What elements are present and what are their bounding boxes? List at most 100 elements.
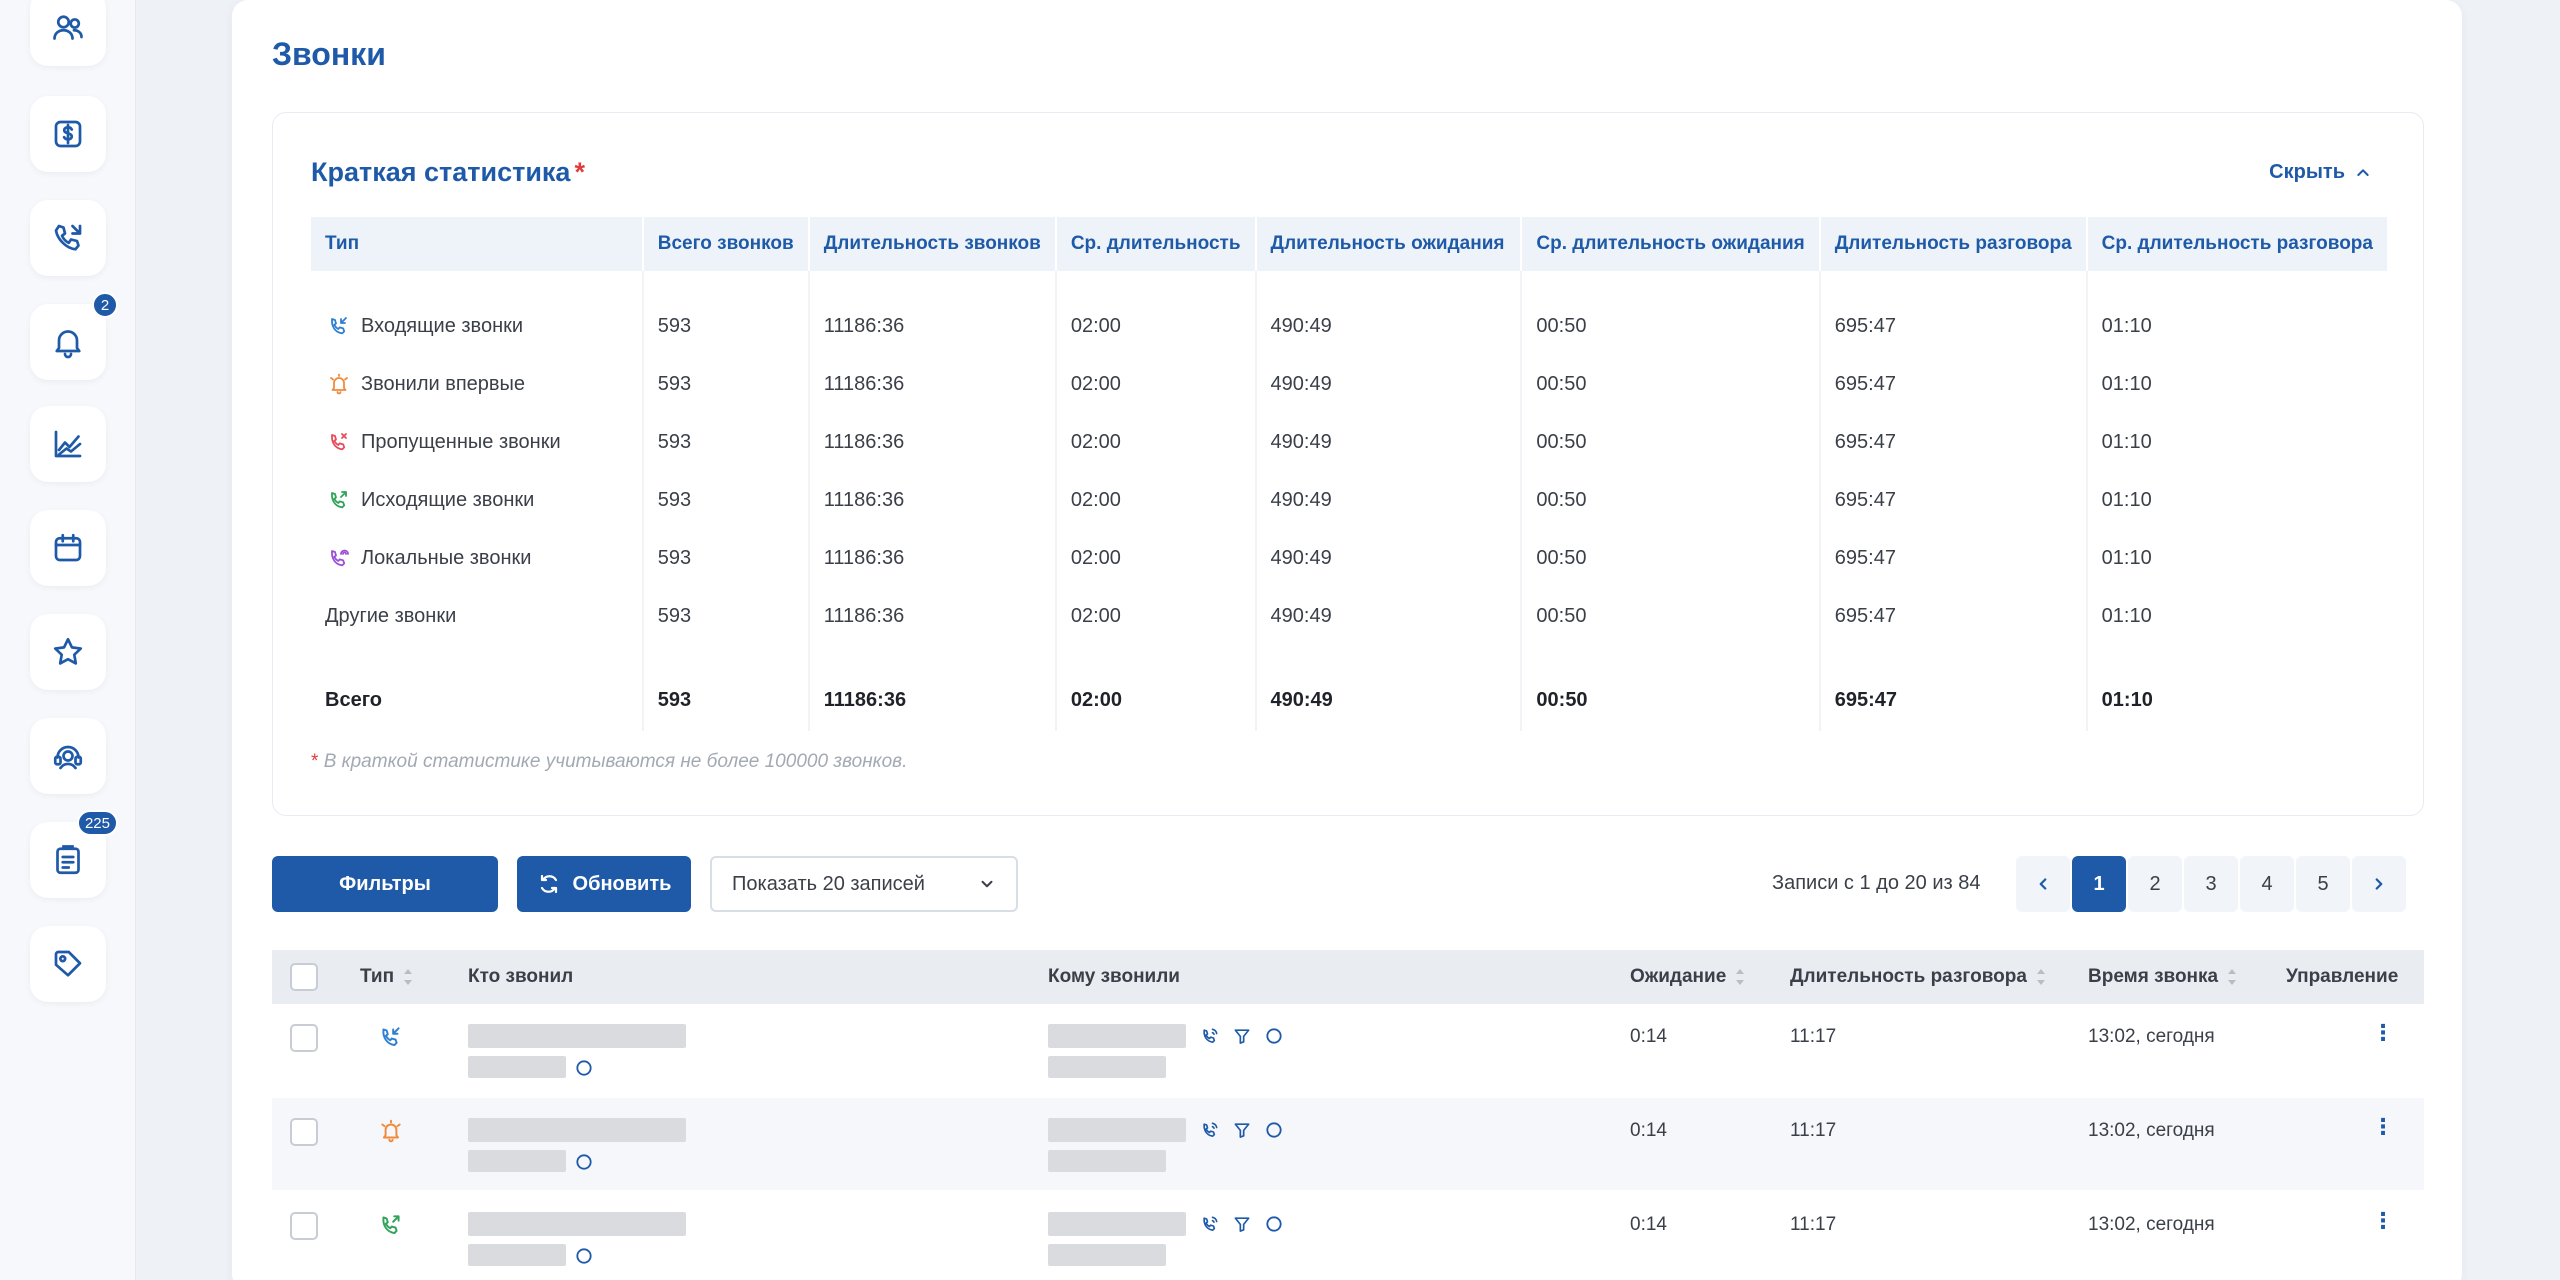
- page-button-2[interactable]: 2: [2128, 856, 2182, 912]
- chat-icon[interactable]: [1264, 1214, 1284, 1234]
- table-row[interactable]: 0:14 11:17 13:02, сегодня ⋮: [272, 1004, 2424, 1096]
- star-icon: [53, 637, 83, 665]
- hide-stats-button[interactable]: Скрыть: [2269, 161, 2371, 184]
- call-back-icon[interactable]: [1200, 1120, 1220, 1140]
- incoming-call-icon: [331, 317, 347, 335]
- chat-icon[interactable]: [1264, 1120, 1284, 1140]
- row-menu-icon[interactable]: ⋮: [2372, 1208, 2394, 1234]
- stats-header-talk: Длительность разговора: [1819, 217, 2088, 271]
- stats-total: 593: [642, 529, 810, 587]
- sidebar-item-billing[interactable]: [30, 96, 106, 172]
- chat-icon[interactable]: [574, 1058, 594, 1078]
- sidebar-item-operators[interactable]: [30, 718, 106, 794]
- sidebar-item-calendar[interactable]: [30, 510, 106, 586]
- stats-wait: 490:49: [1255, 413, 1523, 471]
- row-menu-icon[interactable]: ⋮: [2372, 1020, 2394, 1046]
- call-back-icon[interactable]: [1200, 1214, 1220, 1234]
- callee-number-redacted: [1048, 1056, 1166, 1078]
- col-actions-label: Управление: [2286, 966, 2399, 987]
- col-call-time[interactable]: Время звонка: [2088, 966, 2238, 988]
- stats-avg-wait: 00:50: [1521, 471, 1821, 529]
- refresh-button[interactable]: Обновить: [517, 856, 691, 912]
- row-checkbox[interactable]: [290, 1212, 318, 1240]
- sidebar-item-tags[interactable]: [30, 926, 106, 1002]
- row-menu-icon[interactable]: ⋮: [2372, 1114, 2394, 1140]
- sort-icon: [2036, 969, 2045, 985]
- filter-icon[interactable]: [1232, 1214, 1252, 1234]
- chevron-up-icon: [2357, 168, 2369, 176]
- row-checkbox[interactable]: [290, 1118, 318, 1146]
- page-prev-button[interactable]: [2016, 856, 2070, 912]
- stats-duration: 11186:36: [808, 529, 1057, 587]
- stats-avg-wait: 00:50: [1521, 297, 1821, 355]
- caller-name-redacted: [468, 1024, 686, 1048]
- col-wait[interactable]: Ожидание: [1630, 966, 1746, 988]
- refresh-icon: [540, 874, 557, 894]
- stats-wait: 490:49: [1255, 587, 1523, 645]
- call-back-icon[interactable]: [1200, 1026, 1220, 1046]
- sidebar-item-reports[interactable]: 225: [30, 810, 118, 898]
- sort-icon: [404, 969, 413, 985]
- stats-avg-talk: 01:10: [2101, 372, 2152, 395]
- stats-note-text: В краткой статистике учитываются не боле…: [323, 751, 908, 772]
- sidebar-item-notifications[interactable]: 2: [30, 292, 118, 380]
- first-call-bell-icon: [381, 1119, 401, 1143]
- col-talk-duration[interactable]: Длительность разговора: [1790, 966, 2047, 988]
- stats-wait: 490:49: [1255, 297, 1523, 355]
- chat-icon[interactable]: [574, 1152, 594, 1172]
- stats-wait: 490:49: [1255, 529, 1523, 587]
- page-button-1[interactable]: 1: [2072, 856, 2126, 912]
- stats-avg-talk: 01:10: [2101, 688, 2153, 711]
- stats-duration: 11186:36: [808, 355, 1057, 413]
- stats-total: 593: [642, 587, 810, 645]
- col-actions: Управление: [2286, 966, 2398, 988]
- sort-icon: [2228, 969, 2237, 985]
- row-checkbox[interactable]: [290, 1024, 318, 1052]
- callee-name-redacted: [1048, 1118, 1186, 1142]
- stats-wait: 490:49: [1255, 669, 1523, 731]
- chevron-right-icon: [2375, 878, 2383, 890]
- page-button-4[interactable]: 4: [2240, 856, 2294, 912]
- sidebar-item-analytics[interactable]: [30, 406, 106, 482]
- page-button-5[interactable]: 5: [2296, 856, 2350, 912]
- table-row[interactable]: 0:14 11:17 13:02, сегодня ⋮: [272, 1192, 2424, 1280]
- stats-avg-wait: 00:50: [1521, 355, 1821, 413]
- stats-type-label: Локальные звонки: [361, 546, 532, 569]
- stats-row: Локальные звонки 593 11186:36 02:00 490:…: [311, 529, 2387, 587]
- sidebar: 2 225: [0, 0, 136, 1280]
- call-time: 13:02, сегодня: [2088, 1120, 2215, 1141]
- caller-number-redacted: [468, 1150, 566, 1172]
- chevron-left-icon: [2039, 878, 2047, 890]
- caller-number-redacted: [468, 1056, 566, 1078]
- callee-actions: [1200, 1120, 1284, 1140]
- table-row[interactable]: 0:14 11:17 13:02, сегодня ⋮: [272, 1098, 2424, 1190]
- col-caller: Кто звонил: [468, 966, 573, 988]
- reports-badge: 225: [76, 810, 118, 836]
- stats-avg-duration: 02:00: [1055, 529, 1257, 587]
- select-all-checkbox[interactable]: [290, 963, 318, 991]
- sidebar-item-favorites[interactable]: [30, 614, 106, 690]
- stats-avg-duration: 02:00: [1055, 471, 1257, 529]
- stats-header-duration: Длительность звонков: [808, 217, 1057, 271]
- stats-avg-talk: 01:10: [2101, 488, 2152, 511]
- col-type[interactable]: Тип: [360, 966, 414, 988]
- page-button-3[interactable]: 3: [2184, 856, 2238, 912]
- summary-stats-card: Краткая статистика * Скрыть Тип Всего зво…: [272, 112, 2424, 816]
- stats-type-label: Звонили впервые: [361, 372, 526, 395]
- filter-icon[interactable]: [1232, 1026, 1252, 1046]
- dollar-icon: [54, 120, 82, 148]
- callee-name-redacted: [1048, 1212, 1186, 1236]
- filter-icon[interactable]: [1232, 1120, 1252, 1140]
- sidebar-item-calls[interactable]: [30, 200, 106, 276]
- page-next-button[interactable]: [2352, 856, 2406, 912]
- col-caller-label: Кто звонил: [468, 966, 574, 987]
- page-size-select[interactable]: Показать 20 записей: [710, 856, 1018, 912]
- sidebar-item-contacts[interactable]: [30, 0, 106, 66]
- chat-icon[interactable]: [574, 1246, 594, 1266]
- stats-header-avg-wait: Ср. длительность ожидания: [1521, 217, 1821, 271]
- stats-talk: 695:47: [1819, 413, 2088, 471]
- stats-total: 593: [642, 669, 810, 731]
- chat-icon[interactable]: [1264, 1026, 1284, 1046]
- chevron-down-icon: [981, 880, 993, 888]
- filters-button[interactable]: Фильтры: [272, 856, 498, 912]
